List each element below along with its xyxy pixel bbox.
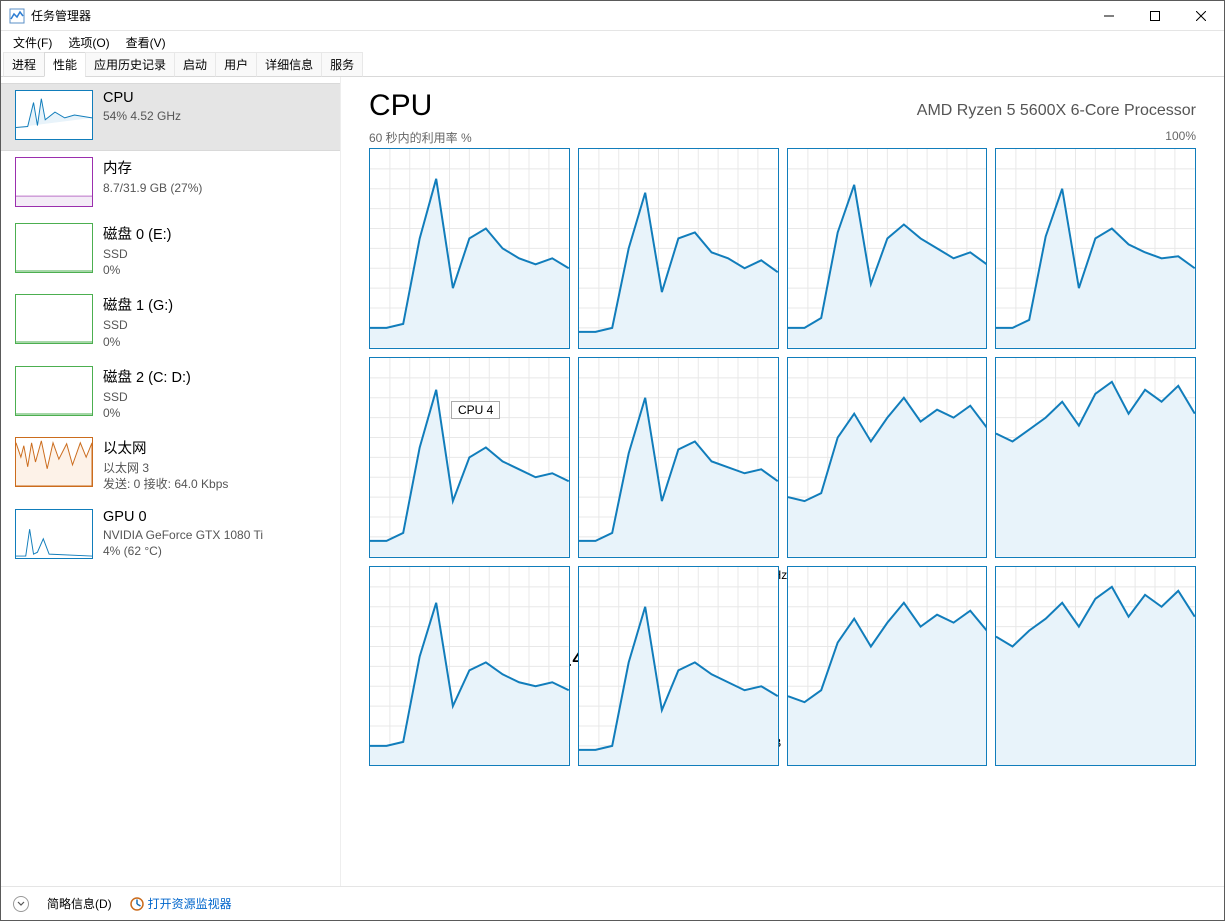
- brief-info-link[interactable]: 简略信息(D): [47, 895, 112, 912]
- sidebar-thumb-disk2: [15, 366, 93, 416]
- tab-6[interactable]: 服务: [321, 52, 363, 77]
- core-chart-9[interactable]: [578, 566, 779, 767]
- menubar: 文件(F) 选项(O) 查看(V): [1, 31, 1224, 53]
- core-chart-2[interactable]: [787, 148, 988, 349]
- sidebar-item-mem[interactable]: 内存 8.7/31.9 GB (27%): [1, 151, 340, 217]
- sidebar-item-eth[interactable]: 以太网以太网 3发送: 0 接收: 64.0 Kbps: [1, 431, 340, 502]
- tooltip: CPU 4: [451, 401, 500, 419]
- core-chart-3[interactable]: [995, 148, 1196, 349]
- sidebar-title: 磁盘 1 (G:): [103, 294, 173, 315]
- core-grid[interactable]: CPU 4: [369, 148, 1196, 546]
- footer: 简略信息(D) 打开资源监视器: [1, 886, 1224, 920]
- sidebar-sub: 8.7/31.9 GB (27%): [103, 180, 202, 196]
- chart-caption-left: 60 秒内的利用率 %: [369, 129, 472, 146]
- tab-3[interactable]: 启动: [174, 52, 216, 77]
- minimize-button[interactable]: [1086, 1, 1132, 31]
- sidebar-thumb-gpu0: [15, 509, 93, 559]
- close-button[interactable]: [1178, 1, 1224, 31]
- core-chart-7[interactable]: [995, 357, 1196, 558]
- sidebar-sub: SSD0%: [103, 389, 191, 421]
- sidebar-title: GPU 0: [103, 509, 263, 525]
- sidebar-item-disk1[interactable]: 磁盘 1 (G:)SSD0%: [1, 288, 340, 359]
- sidebar-title: 磁盘 0 (E:): [103, 223, 171, 244]
- tab-0[interactable]: 进程: [3, 52, 45, 77]
- window-title: 任务管理器: [31, 7, 1086, 24]
- sidebar-thumb-disk1: [15, 294, 93, 344]
- main-panel: CPU AMD Ryzen 5 5600X 6-Core Processor 6…: [341, 77, 1224, 886]
- content: CPU 54% 4.52 GHz 内存 8.7/31.9 GB (27%) 磁盘 0 (…: [1, 77, 1224, 886]
- sidebar-title: 磁盘 2 (C: D:): [103, 366, 191, 387]
- sidebar-item-disk0[interactable]: 磁盘 0 (E:)SSD0%: [1, 217, 340, 288]
- sidebar-sub: SSD0%: [103, 317, 173, 349]
- sidebar-thumb-disk0: [15, 223, 93, 273]
- tabs: 进程性能应用历史记录启动用户详细信息服务: [1, 53, 1224, 77]
- sidebar-title: 内存: [103, 157, 202, 178]
- menu-file[interactable]: 文件(F): [5, 32, 60, 53]
- chart-caption-right: 100%: [1165, 129, 1196, 146]
- core-chart-0[interactable]: [369, 148, 570, 349]
- open-resource-monitor-link[interactable]: 打开资源监视器: [148, 895, 232, 912]
- core-chart-8[interactable]: [369, 566, 570, 767]
- sidebar-sub: 54% 4.52 GHz: [103, 108, 181, 124]
- titlebar: 任务管理器: [1, 1, 1224, 31]
- maximize-button[interactable]: [1132, 1, 1178, 31]
- sidebar-title: CPU: [103, 90, 181, 106]
- core-chart-4[interactable]: [369, 357, 570, 558]
- core-chart-1[interactable]: [578, 148, 779, 349]
- tab-5[interactable]: 详细信息: [256, 52, 322, 77]
- sidebar-sub: SSD0%: [103, 246, 171, 278]
- tab-2[interactable]: 应用历史记录: [85, 52, 175, 77]
- chevron-down-icon[interactable]: [13, 896, 29, 912]
- sidebar-sub: 以太网 3发送: 0 接收: 64.0 Kbps: [103, 460, 228, 492]
- page-title: CPU: [369, 89, 432, 123]
- sidebar-thumb-eth: [15, 437, 93, 487]
- menu-options[interactable]: 选项(O): [60, 32, 117, 53]
- sidebar-sub: NVIDIA GeForce GTX 1080 Ti4% (62 °C): [103, 527, 263, 559]
- sidebar-item-gpu0[interactable]: GPU 0 NVIDIA GeForce GTX 1080 Ti4% (62 °C…: [1, 503, 340, 569]
- tab-4[interactable]: 用户: [215, 52, 257, 77]
- processor-name: AMD Ryzen 5 5600X 6-Core Processor: [917, 102, 1196, 120]
- sidebar-item-disk2[interactable]: 磁盘 2 (C: D:)SSD0%: [1, 360, 340, 431]
- resource-monitor-icon: [130, 897, 144, 911]
- sidebar-thumb-cpu: [15, 90, 93, 140]
- core-chart-5[interactable]: [578, 357, 779, 558]
- menu-view[interactable]: 查看(V): [118, 32, 174, 53]
- sidebar-thumb-mem: [15, 157, 93, 207]
- sidebar-title: 以太网: [103, 437, 228, 458]
- sidebar[interactable]: CPU 54% 4.52 GHz 内存 8.7/31.9 GB (27%) 磁盘 0 (…: [1, 77, 341, 886]
- core-chart-10[interactable]: [787, 566, 988, 767]
- sidebar-item-cpu[interactable]: CPU 54% 4.52 GHz: [1, 83, 340, 151]
- core-chart-6[interactable]: [787, 357, 988, 558]
- tab-1[interactable]: 性能: [44, 52, 86, 77]
- app-icon: [9, 8, 25, 24]
- window: 任务管理器 文件(F) 选项(O) 查看(V) 进程性能应用历史记录启动用户详细…: [0, 0, 1225, 921]
- core-chart-11[interactable]: [995, 566, 1196, 767]
